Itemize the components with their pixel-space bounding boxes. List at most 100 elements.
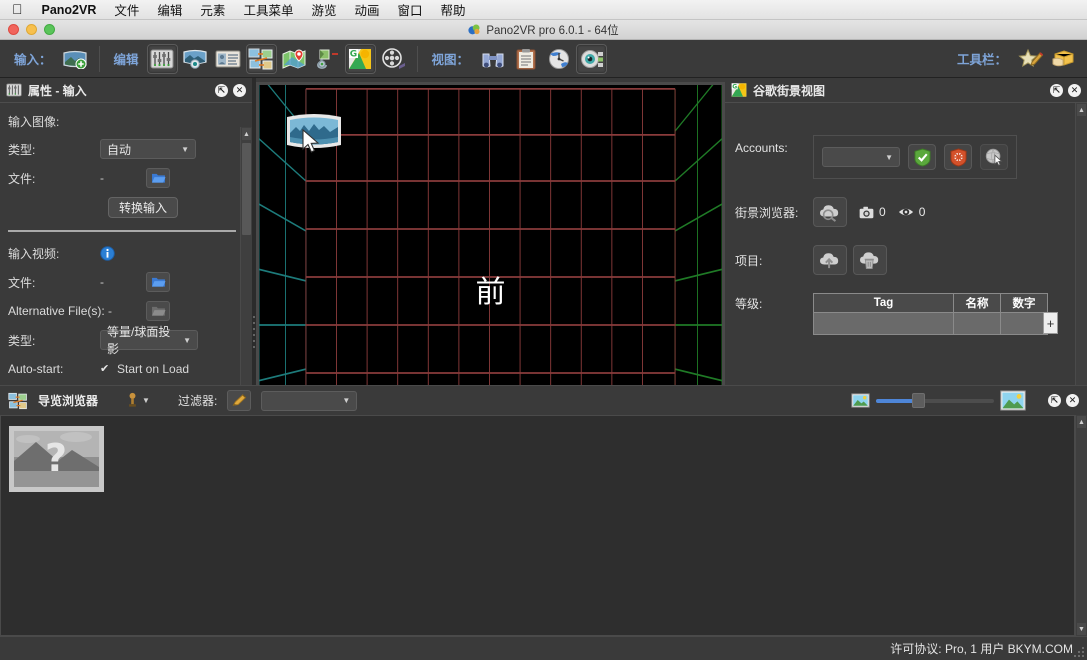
shield-error-icon: [950, 148, 967, 167]
app-window:  Pano2VR 文件 编辑 元素 工具菜单 游览 动画 窗口 帮助 Pano…: [0, 0, 1087, 660]
resize-grip-icon[interactable]: [1073, 646, 1085, 658]
export-button[interactable]: [1048, 44, 1079, 74]
menu-item-tools[interactable]: 工具菜单: [234, 0, 302, 19]
menu-item-file[interactable]: 文件: [105, 0, 148, 19]
customize-toolbar-button[interactable]: [1015, 44, 1046, 74]
menu-item-tour[interactable]: 游览: [302, 0, 345, 19]
float-panel-button[interactable]: ⇱: [215, 84, 228, 97]
close-panel-button[interactable]: ✕: [1068, 84, 1081, 97]
userdata-icon: [215, 49, 241, 69]
viewer-parameters-button[interactable]: [180, 44, 211, 74]
convert-input-button[interactable]: 转换输入: [108, 197, 178, 218]
menu-item-element[interactable]: 元素: [191, 0, 234, 19]
info-icon[interactable]: [100, 246, 115, 261]
column-header-number[interactable]: 数字: [1001, 294, 1048, 313]
input-type-row: 类型: 自动 ▼: [8, 136, 240, 162]
large-image-icon: [1000, 390, 1026, 411]
grade-row: 等级: Tag 名称 数字: [735, 293, 1075, 335]
cloud-search-icon: [818, 202, 842, 222]
float-panel-button[interactable]: ⇱: [1048, 394, 1061, 407]
menu-item-pano2vr[interactable]: Pano2VR: [33, 3, 106, 17]
tour-node-item[interactable]: ?: [9, 426, 104, 492]
edit-filter-button[interactable]: [227, 390, 251, 411]
window-controls: [0, 24, 55, 35]
sign-out-button[interactable]: [944, 144, 972, 170]
minimize-window-button[interactable]: [26, 24, 37, 35]
filter-select[interactable]: ▼: [261, 391, 357, 411]
star-pencil-icon: [1018, 48, 1044, 70]
vertical-scroll-thumb[interactable]: [242, 143, 251, 235]
float-panel-button[interactable]: ⇱: [1050, 84, 1063, 97]
autostart-checkbox[interactable]: ✔: [100, 364, 111, 375]
convert-input-row: 转换输入: [8, 194, 240, 220]
close-panel-button[interactable]: ✕: [233, 84, 246, 97]
chevron-down-icon[interactable]: ▼: [142, 396, 150, 405]
slider-knob[interactable]: [912, 393, 925, 408]
user-data-button[interactable]: [213, 44, 244, 74]
apple-logo-icon[interactable]: : [6, 2, 33, 16]
browse-video-file-button[interactable]: [146, 272, 170, 292]
add-grade-row-button[interactable]: +: [1043, 312, 1058, 334]
slider-track[interactable]: [876, 399, 994, 403]
open-browser-button[interactable]: [980, 144, 1008, 170]
close-panel-button[interactable]: ✕: [1066, 394, 1079, 407]
status-bar: 许可协议: Pro, 1 用户 BKYM.COM: [0, 636, 1087, 660]
menu-item-animation[interactable]: 动画: [345, 0, 388, 19]
map-button[interactable]: [279, 44, 310, 74]
scroll-up-arrow-icon[interactable]: ▲: [1077, 104, 1086, 116]
column-header-name[interactable]: 名称: [954, 294, 1001, 313]
node-filter-dropdown[interactable]: ▼: [126, 392, 150, 409]
properties-button[interactable]: [147, 44, 178, 74]
thumbnail-size-slider[interactable]: [851, 390, 1026, 411]
scroll-down-arrow-icon[interactable]: ▼: [1077, 623, 1086, 635]
tour-node-list[interactable]: ?: [0, 415, 1075, 636]
chevron-down-icon: ▼: [183, 336, 191, 345]
pin-icon: [126, 392, 139, 409]
hand-box-icon: [1051, 48, 1077, 70]
overview-button[interactable]: [477, 44, 508, 74]
input-type-select[interactable]: 自动 ▼: [100, 139, 196, 159]
tour-browser-vertical-scrollbar[interactable]: ▲ ▼: [1075, 415, 1087, 636]
table-header-row: Tag 名称 数字: [814, 294, 1048, 313]
tour-browser-title: 导览浏览器: [38, 392, 98, 409]
globe-cursor-icon: [985, 148, 1003, 166]
scroll-up-arrow-icon[interactable]: ▲: [242, 128, 251, 140]
menu-item-help[interactable]: 帮助: [432, 0, 475, 19]
title-bar: Pano2VR pro 6.0.1 - 64位: [0, 20, 1087, 40]
folder-icon: [151, 276, 166, 288]
eye-panel-icon: [580, 48, 604, 70]
license-status-text: 许可协议: Pro, 1 用户 BKYM.COM: [890, 640, 1073, 657]
delete-project-button[interactable]: [853, 245, 887, 275]
patch-tool-button[interactable]: [312, 44, 343, 74]
cell-number[interactable]: [1001, 313, 1048, 335]
column-header-tag[interactable]: Tag: [814, 294, 954, 313]
input-image-section-label: 输入图像:: [8, 113, 240, 130]
input-file-row: 文件: -: [8, 165, 240, 191]
properties-view-button[interactable]: [576, 44, 607, 74]
upload-project-button[interactable]: [813, 245, 847, 275]
animation-button[interactable]: [378, 44, 409, 74]
browse-streetview-button[interactable]: [813, 197, 847, 227]
cell-name[interactable]: [954, 313, 1001, 335]
google-streetview-button[interactable]: G: [345, 44, 376, 74]
shield-check-icon: [914, 148, 931, 167]
browse-input-file-button[interactable]: [146, 168, 170, 188]
map-pin-icon: [281, 48, 307, 70]
preview-button[interactable]: [543, 44, 574, 74]
browse-alternative-files-button[interactable]: [146, 301, 170, 321]
video-type-select[interactable]: 等量/球面投影 ▼: [100, 330, 198, 350]
menu-item-edit[interactable]: 编辑: [148, 0, 191, 19]
slider-fill: [876, 399, 916, 403]
tour-editor-button[interactable]: [246, 44, 277, 74]
table-row[interactable]: [814, 313, 1048, 335]
menu-item-window[interactable]: 窗口: [388, 0, 431, 19]
app-logo-icon: [468, 23, 481, 36]
add-panorama-button[interactable]: [60, 44, 91, 74]
report-button[interactable]: [510, 44, 541, 74]
sign-in-button[interactable]: [908, 144, 936, 170]
accounts-select[interactable]: ▼: [822, 147, 900, 167]
cell-tag[interactable]: [814, 313, 954, 335]
maximize-window-button[interactable]: [44, 24, 55, 35]
scroll-up-arrow-icon[interactable]: ▲: [1077, 416, 1086, 428]
close-window-button[interactable]: [8, 24, 19, 35]
